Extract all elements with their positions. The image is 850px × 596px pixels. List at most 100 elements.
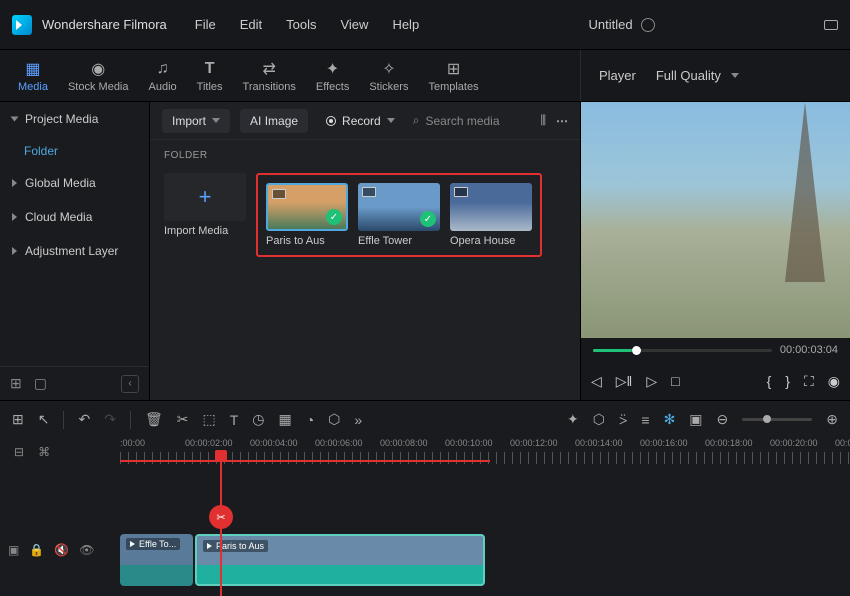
progress-handle[interactable] (632, 346, 641, 355)
import-media-button[interactable]: + Import Media (164, 173, 246, 257)
mark-in-button[interactable]: { (767, 373, 772, 389)
sidebar-item-folder[interactable]: Folder (0, 136, 149, 166)
tab-titles[interactable]: Titles (187, 55, 233, 101)
timeline-canvas[interactable]: :00:00 00:00:02:00 00:00:04:00 00:00:06:… (120, 438, 850, 596)
stock-icon (88, 59, 108, 79)
speed-icon[interactable]: ◷ (252, 411, 264, 428)
snapshot-icon[interactable]: ◉ (828, 373, 840, 390)
timeline-ruler[interactable]: :00:00 00:00:02:00 00:00:04:00 00:00:06:… (120, 438, 850, 466)
preview-progress: 00:00:03:04 (581, 338, 850, 362)
sidebar-footer: ⊞ ▢ ‹ (0, 366, 149, 400)
split-button[interactable]: ✂ (209, 505, 233, 529)
sync-icon[interactable] (641, 18, 655, 32)
menu-file[interactable]: File (195, 17, 216, 32)
more-icon[interactable]: ⋯ (556, 114, 568, 128)
tab-audio[interactable]: Audio (139, 55, 187, 101)
timeline-clip-paris[interactable]: Paris to Aus (195, 534, 485, 586)
more-icon[interactable]: » (354, 412, 362, 428)
collapse-sidebar-button[interactable]: ‹ (121, 375, 139, 393)
app-logo-icon (12, 15, 32, 35)
ruler-ticks (120, 452, 850, 464)
progress-bar[interactable] (593, 349, 772, 352)
grid-icon[interactable]: ⊞ (12, 411, 24, 428)
tab-effects[interactable]: Effects (306, 55, 359, 101)
playhead[interactable]: ✂ (220, 450, 222, 596)
preview-panel: 00:00:03:04 ◁ ▷‖ ▷ □ { } ⛶ ◉ (580, 102, 850, 400)
undo-icon[interactable]: ↶ (78, 411, 90, 428)
voice-icon[interactable]: ⍩ (619, 411, 627, 428)
track-toggle-icon[interactable]: ▣ (8, 543, 19, 557)
redo-icon[interactable]: ↷ (104, 411, 116, 428)
ai-image-button[interactable]: AI Image (240, 109, 308, 133)
record-button[interactable]: Record (318, 109, 403, 133)
lock-icon[interactable]: 🔒 (29, 543, 44, 557)
render-icon[interactable]: ▣ (689, 411, 702, 428)
quality-dropdown[interactable]: Full Quality (656, 68, 739, 83)
player-label: Player (599, 68, 636, 83)
tab-stickers[interactable]: Stickers (359, 55, 418, 101)
text-icon[interactable]: T (230, 412, 239, 428)
module-tabs: Media Stock Media Audio Titles Transitio… (0, 50, 497, 101)
mixer-icon[interactable]: ≡ (641, 412, 649, 428)
fullscreen-icon[interactable]: ⛶ (804, 373, 814, 390)
import-button[interactable]: Import (162, 109, 230, 133)
zoom-out-icon[interactable]: ⊖ (717, 411, 729, 428)
crop-icon[interactable]: ⬚ (202, 411, 215, 428)
timeline-clip-eiffel[interactable]: Effle To... (120, 534, 193, 586)
enhance-icon[interactable]: ✦ (567, 411, 579, 428)
zoom-in-icon[interactable]: ⊕ (826, 411, 838, 428)
search-input[interactable]: ⌕ Search media (413, 113, 531, 128)
media-item-opera[interactable]: Opera House (450, 183, 532, 247)
marker-icon[interactable]: ✻ (664, 411, 676, 428)
shield-icon[interactable]: ⬡ (593, 411, 605, 428)
play-pause-button[interactable]: ▷‖ (616, 373, 633, 390)
timeline-clips: Effle To... Paris to Aus (120, 534, 485, 586)
sidebar-item-global-media[interactable]: Global Media (0, 166, 149, 200)
media-item-eiffel[interactable]: ✓ Effle Tower (358, 183, 440, 247)
check-icon: ✓ (420, 211, 436, 227)
tab-templates[interactable]: Templates (418, 55, 488, 101)
menu-view[interactable]: View (340, 17, 368, 32)
filter-icon[interactable]: ⫼ (540, 113, 546, 128)
folder-icon[interactable]: ▢ (34, 375, 47, 392)
delete-icon[interactable]: 🗑 (145, 411, 163, 428)
visibility-icon[interactable]: 👁 (79, 543, 94, 557)
timeline-track-headers: ⊟ ⌘ ▣ 🔒 🔇 👁 (0, 438, 120, 596)
play-icon (207, 543, 212, 549)
magnet-icon[interactable]: ⌘ (38, 445, 50, 459)
divider (130, 411, 131, 429)
sidebar: Project Media Folder Global Media Cloud … (0, 102, 150, 400)
play-button[interactable]: ▷ (646, 373, 657, 390)
menu-help[interactable]: Help (392, 17, 419, 32)
preview-controls: ◁ ▷‖ ▷ □ { } ⛶ ◉ (581, 362, 850, 400)
highlighted-media-group: ✓ Paris to Aus ✓ Effle Tower Opera House (256, 173, 542, 257)
cursor-icon[interactable]: ↖ (38, 411, 50, 428)
cut-icon[interactable]: ✂ (177, 411, 189, 428)
plus-icon: + (164, 173, 246, 221)
mute-icon[interactable]: 🔇 (54, 543, 69, 557)
menu-tools[interactable]: Tools (286, 17, 316, 32)
tab-transitions[interactable]: Transitions (233, 55, 306, 101)
preview-video[interactable] (581, 102, 850, 338)
window-layout-icon[interactable] (824, 20, 838, 30)
chevron-right-icon (12, 179, 17, 187)
media-item-paris[interactable]: ✓ Paris to Aus (266, 183, 348, 247)
duration-icon[interactable]: ◔ (306, 412, 314, 428)
stop-button[interactable]: □ (671, 373, 679, 389)
prev-frame-button[interactable]: ◁ (591, 373, 602, 390)
tab-stock-media[interactable]: Stock Media (58, 55, 139, 101)
new-folder-icon[interactable]: ⊞ (10, 375, 22, 392)
sidebar-item-cloud-media[interactable]: Cloud Media (0, 200, 149, 234)
mark-out-button[interactable]: } (785, 373, 790, 389)
progress-fill (593, 349, 632, 352)
record-icon (326, 116, 336, 126)
keyframe-icon[interactable]: ⬡ (328, 411, 340, 428)
menu-edit[interactable]: Edit (240, 17, 262, 32)
color-icon[interactable]: ▦ (278, 411, 291, 428)
sidebar-item-adjustment-layer[interactable]: Adjustment Layer (0, 234, 149, 268)
sidebar-item-project-media[interactable]: Project Media (0, 102, 149, 136)
zoom-slider[interactable] (742, 418, 812, 421)
track-manage-icon[interactable]: ⊟ (14, 445, 24, 459)
main-menu: File Edit Tools View Help (195, 17, 419, 32)
tab-media[interactable]: Media (8, 55, 58, 101)
